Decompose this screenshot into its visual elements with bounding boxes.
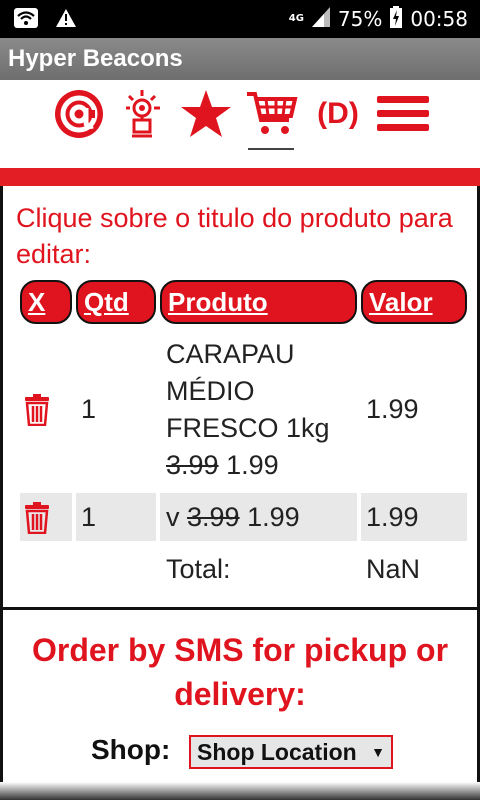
status-bar: 4G 75% 00:58	[0, 0, 480, 38]
row-value: 1.99	[366, 394, 419, 424]
app-title: Hyper Beacons	[0, 38, 480, 80]
product-cell[interactable]: CARAPAU MÉDIO FRESCO 1kg 3.99 1.99	[166, 336, 356, 484]
total-value: NaN	[366, 554, 421, 584]
cart-icon[interactable]	[244, 88, 300, 140]
header-product[interactable]: Produto	[160, 280, 357, 324]
d-label[interactable]: (D)	[310, 88, 366, 140]
warning-icon	[56, 9, 76, 32]
menu-icon[interactable]	[376, 88, 430, 140]
product-title[interactable]: CARAPAU MÉDIO FRESCO 1kg	[166, 339, 330, 443]
edit-instruction: Clique sobre o titulo do produto para ed…	[16, 203, 453, 269]
row-value: 1.99	[366, 502, 419, 532]
beacon-icon[interactable]	[116, 88, 168, 140]
order-panel: Order by SMS for pickup or delivery: Sho…	[0, 610, 480, 800]
old-price: 3.99	[187, 502, 240, 532]
top-nav: (D)	[0, 80, 480, 168]
chevron-down-icon: ▼	[371, 744, 385, 760]
header-remove[interactable]: X	[20, 280, 72, 324]
header-qty[interactable]: Qtd	[76, 280, 156, 324]
old-price: 3.99	[166, 450, 219, 480]
product-cell[interactable]: v 3.99 1.99	[166, 502, 300, 533]
total-label: Total:	[166, 554, 231, 584]
row-qty: 1	[81, 394, 97, 424]
wifi-icon	[14, 8, 38, 33]
shop-label: Shop:	[91, 734, 171, 765]
row-qty: 1	[81, 502, 97, 532]
active-tab-indicator	[248, 148, 294, 150]
battery-charging-icon	[390, 5, 403, 33]
new-price: 1.99	[226, 450, 279, 480]
star-icon[interactable]	[180, 88, 232, 140]
order-title: Order by SMS for pickup or delivery:	[31, 632, 449, 712]
clock: 00:58	[410, 7, 468, 31]
trash-icon[interactable]	[24, 394, 50, 431]
shop-select[interactable]: Shop Location ▼	[189, 735, 393, 769]
header-value[interactable]: Valor	[361, 280, 467, 324]
trash-icon[interactable]	[24, 502, 50, 539]
cart-panel: Clique sobre o titulo do produto para ed…	[0, 186, 480, 610]
new-price: 1.99	[247, 502, 300, 532]
network-type: 4G	[288, 13, 304, 24]
shop-select-value: Shop Location	[197, 739, 357, 765]
at-icon[interactable]	[52, 88, 106, 140]
divider-band	[0, 168, 480, 186]
battery-level: 75%	[337, 7, 383, 31]
bottom-edge	[0, 782, 480, 800]
signal-icon	[311, 6, 330, 32]
product-title[interactable]: v	[166, 502, 180, 532]
